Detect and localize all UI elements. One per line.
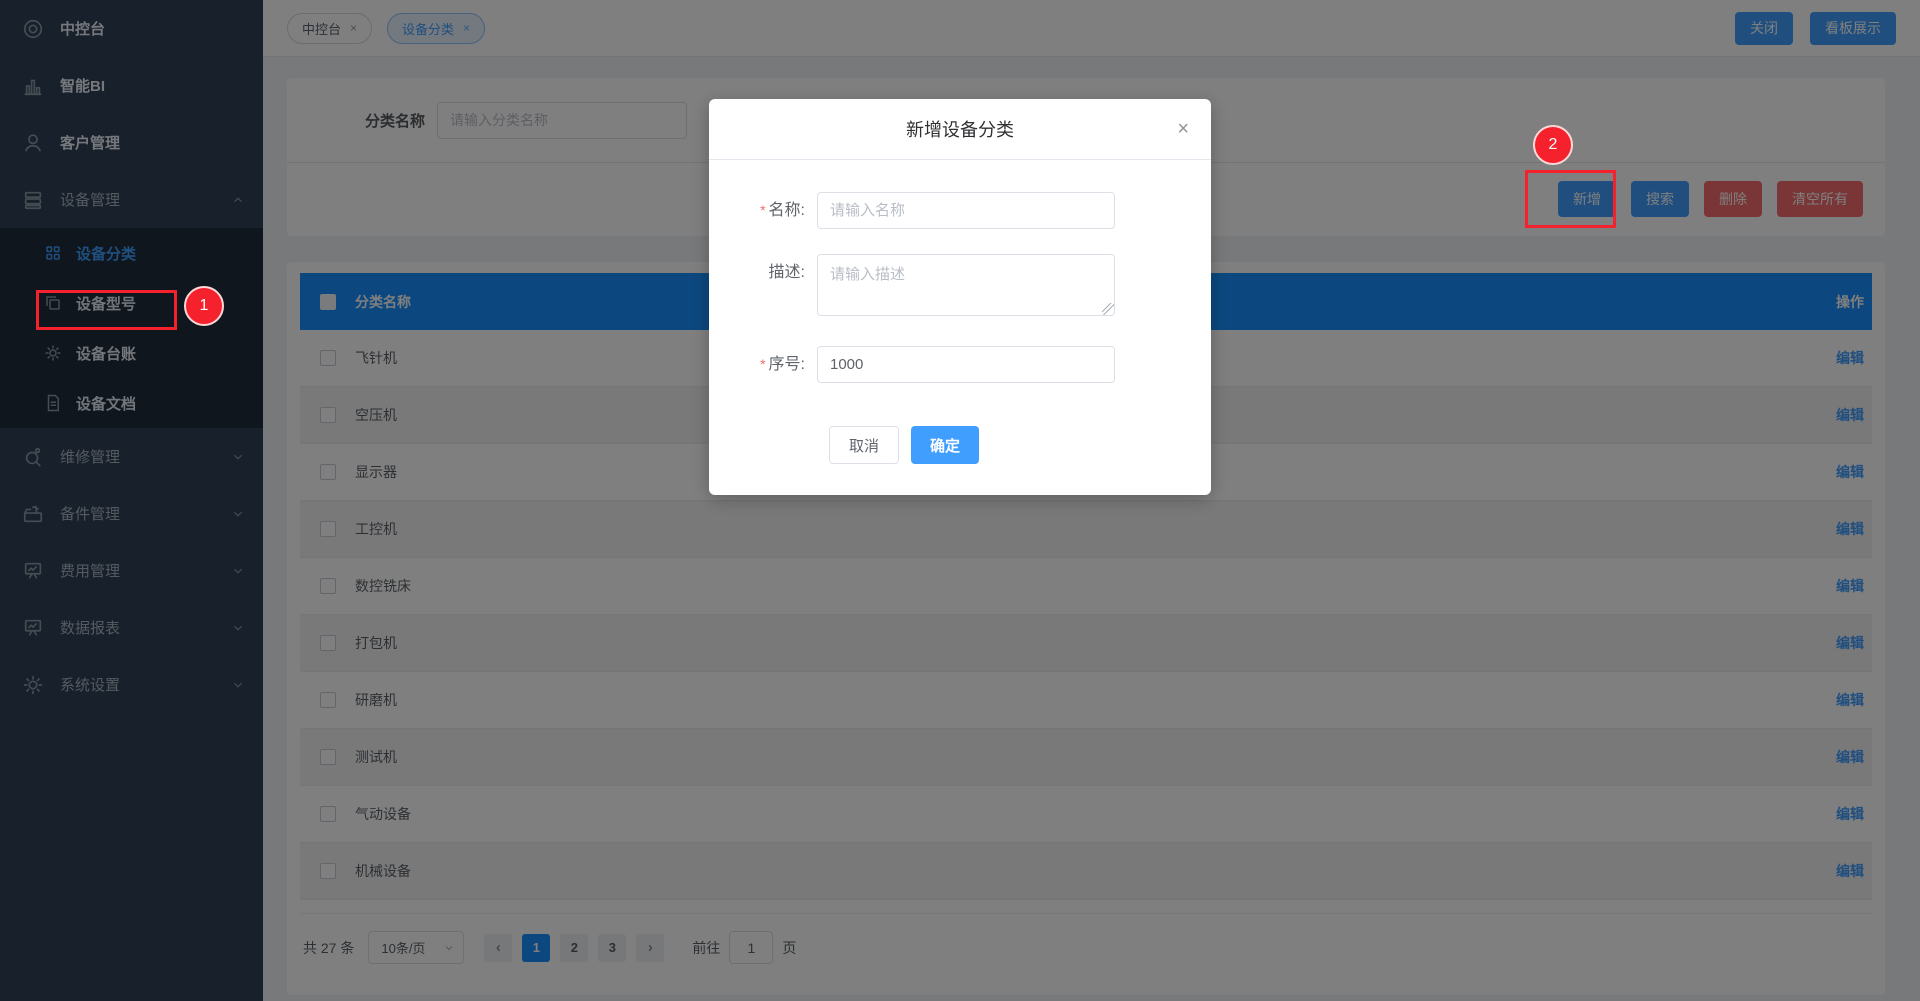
- required-asterisk: *: [760, 356, 765, 372]
- serial-input[interactable]: [817, 346, 1115, 383]
- confirm-button[interactable]: 确定: [911, 426, 979, 464]
- description-field-row: 描述:: [729, 254, 1191, 321]
- close-icon[interactable]: ×: [1173, 115, 1193, 143]
- add-category-modal: 新增设备分类 × *名称: 描述: *序号: 取消 确定: [709, 99, 1211, 495]
- required-asterisk: *: [760, 202, 765, 218]
- description-textarea[interactable]: [817, 254, 1115, 316]
- serial-field-row: *序号:: [729, 346, 1191, 383]
- modal-title: 新增设备分类: [906, 116, 1014, 142]
- cancel-button[interactable]: 取消: [829, 426, 899, 464]
- name-field-row: *名称:: [729, 192, 1191, 229]
- description-label: 描述:: [729, 254, 817, 321]
- name-input[interactable]: [817, 192, 1115, 229]
- name-label: *名称:: [729, 192, 817, 229]
- serial-label: *序号:: [729, 346, 817, 383]
